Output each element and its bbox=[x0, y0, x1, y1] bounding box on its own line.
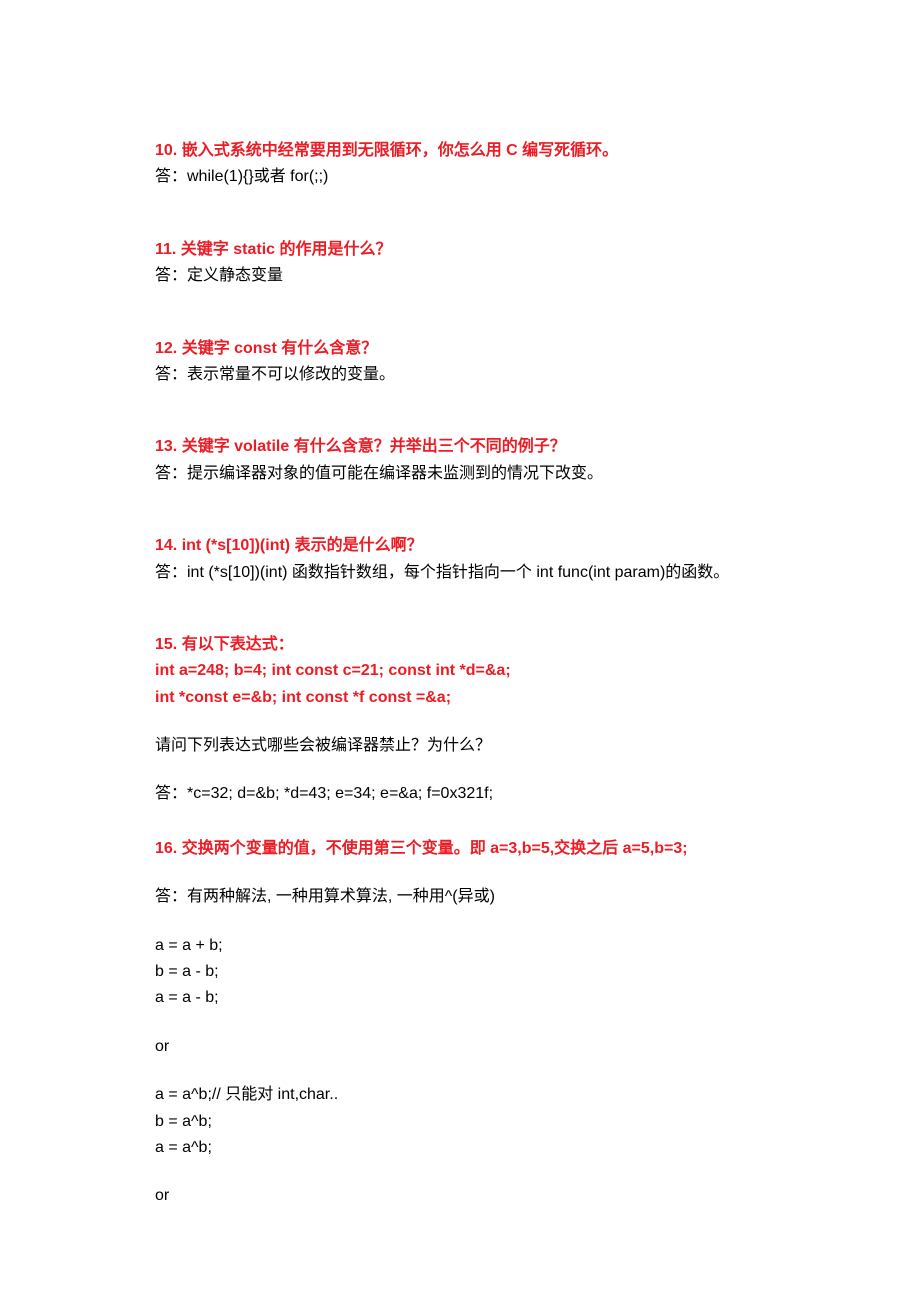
qa-11: 11. 关键字 static 的作用是什么？ 答：定义静态变量 bbox=[155, 237, 765, 290]
question-16: 16. 交换两个变量的值，不使用第三个变量。即 a=3,b=5,交换之后 a=5… bbox=[155, 836, 765, 862]
qa-16: 16. 交换两个变量的值，不使用第三个变量。即 a=3,b=5,交换之后 a=5… bbox=[155, 836, 765, 1210]
question-15-l3: int *const e=&b; int const *f const =&a; bbox=[155, 685, 765, 711]
answer-13: 答：提示编译器对象的值可能在编译器未监测到的情况下改变。 bbox=[155, 461, 765, 487]
or-2: or bbox=[155, 1183, 765, 1209]
answer-10: 答：while(1){}或者 for(;;) bbox=[155, 164, 765, 190]
code-16-1-l1: a = a + b; bbox=[155, 933, 765, 959]
question-10: 10. 嵌入式系统中经常要用到无限循环，你怎么用 C 编写死循环。 bbox=[155, 138, 765, 164]
question-12: 12. 关键字 const 有什么含意？ bbox=[155, 336, 765, 362]
answer-16-intro: 答：有两种解法, 一种用算术算法, 一种用^(异或) bbox=[155, 884, 765, 910]
qa-12: 12. 关键字 const 有什么含意？ 答：表示常量不可以修改的变量。 bbox=[155, 336, 765, 389]
answer-15: 答：*c=32; d=&b; *d=43; e=34; e=&a; f=0x32… bbox=[155, 781, 765, 807]
answer-11: 答：定义静态变量 bbox=[155, 263, 765, 289]
code-16-2-l1: a = a^b;// 只能对 int,char.. bbox=[155, 1082, 765, 1108]
or-1: or bbox=[155, 1034, 765, 1060]
qa-13: 13. 关键字 volatile 有什么含意？并举出三个不同的例子？ 答：提示编… bbox=[155, 434, 765, 487]
code-16-1-l3: a = a - b; bbox=[155, 985, 765, 1011]
code-16-2-l3: a = a^b; bbox=[155, 1135, 765, 1161]
answer-14: 答：int (*s[10])(int) 函数指针数组，每个指针指向一个 int … bbox=[155, 560, 765, 586]
qa-14: 14. int (*s[10])(int) 表示的是什么啊？ 答：int (*s… bbox=[155, 533, 765, 586]
code-16-1-l2: b = a - b; bbox=[155, 959, 765, 985]
answer-12: 答：表示常量不可以修改的变量。 bbox=[155, 362, 765, 388]
qa-15: 15. 有以下表达式： int a=248; b=4; int const c=… bbox=[155, 632, 765, 808]
qa-10: 10. 嵌入式系统中经常要用到无限循环，你怎么用 C 编写死循环。 答：whil… bbox=[155, 138, 765, 191]
question-11: 11. 关键字 static 的作用是什么？ bbox=[155, 237, 765, 263]
code-16-2-l2: b = a^b; bbox=[155, 1109, 765, 1135]
question-13: 13. 关键字 volatile 有什么含意？并举出三个不同的例子？ bbox=[155, 434, 765, 460]
question-15-sub: 请问下列表达式哪些会被编译器禁止？为什么？ bbox=[155, 733, 765, 759]
question-15-l2: int a=248; b=4; int const c=21; const in… bbox=[155, 658, 765, 684]
question-14: 14. int (*s[10])(int) 表示的是什么啊？ bbox=[155, 533, 765, 559]
question-15-l1: 15. 有以下表达式： bbox=[155, 632, 765, 658]
